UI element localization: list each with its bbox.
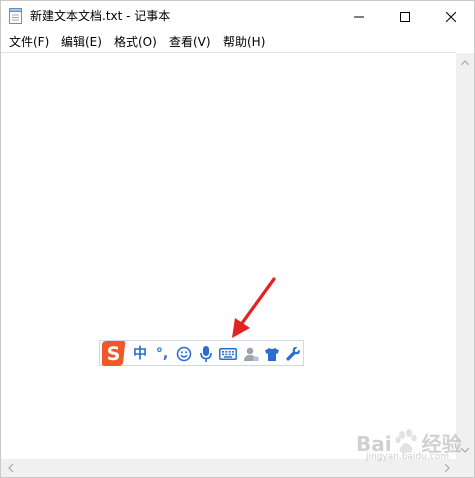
- menu-file[interactable]: 文件(F): [8, 32, 50, 52]
- scroll-up-button[interactable]: [456, 53, 474, 71]
- user-icon: [244, 347, 259, 361]
- svg-text:S: S: [107, 343, 121, 365]
- ime-voice-button[interactable]: [197, 344, 215, 364]
- notepad-app-icon: [9, 8, 22, 24]
- microphone-icon: [200, 346, 212, 362]
- wrench-icon: [286, 347, 300, 361]
- skin-icon: [265, 347, 279, 361]
- minimize-icon: [354, 16, 364, 17]
- watermark-url: jingyan.baidu.com: [366, 452, 450, 462]
- maximize-icon: [400, 11, 410, 22]
- close-button[interactable]: [428, 1, 474, 32]
- sogou-logo-icon[interactable]: S: [99, 339, 128, 367]
- ime-account-button[interactable]: [242, 344, 260, 364]
- menu-format[interactable]: 格式(O): [113, 32, 158, 52]
- menu-view[interactable]: 查看(V): [168, 32, 212, 52]
- scroll-left-button[interactable]: [1, 459, 19, 477]
- minimize-button[interactable]: [336, 1, 382, 32]
- ime-emoji-button[interactable]: [175, 344, 193, 364]
- title-bar[interactable]: 新建文本文档.txt - 记事本: [1, 1, 474, 32]
- keyboard-icon: [219, 348, 237, 360]
- window-title: 新建文本文档.txt - 记事本: [30, 9, 171, 23]
- red-arrow-annotation: [232, 277, 276, 338]
- chevron-down-icon: [461, 447, 469, 453]
- vertical-scrollbar[interactable]: [456, 53, 474, 459]
- chevron-up-icon: [461, 59, 469, 65]
- close-icon: [446, 11, 456, 22]
- scrollbar-corner: [456, 459, 474, 477]
- maximize-button[interactable]: [382, 1, 428, 32]
- ime-soft-keyboard-button[interactable]: [218, 344, 238, 364]
- menu-bar: 文件(F) 编辑(E) 格式(O) 查看(V) 帮助(H): [1, 32, 474, 52]
- ime-toolbox-button[interactable]: [284, 344, 302, 364]
- menu-help[interactable]: 帮助(H): [222, 32, 266, 52]
- ime-skin-button[interactable]: [263, 344, 281, 364]
- ime-chinese-mode-toggle[interactable]: 中: [132, 344, 148, 364]
- emoji-icon: [176, 346, 192, 362]
- text-editor-area[interactable]: [1, 52, 456, 460]
- notepad-window: 新建文本文档.txt - 记事本 文件(F) 编辑(E) 格式(O) 查看(V)…: [0, 0, 475, 478]
- chevron-left-icon: [7, 464, 13, 472]
- menu-edit[interactable]: 编辑(E): [60, 32, 103, 52]
- ime-punctuation-toggle[interactable]: °,: [152, 344, 172, 364]
